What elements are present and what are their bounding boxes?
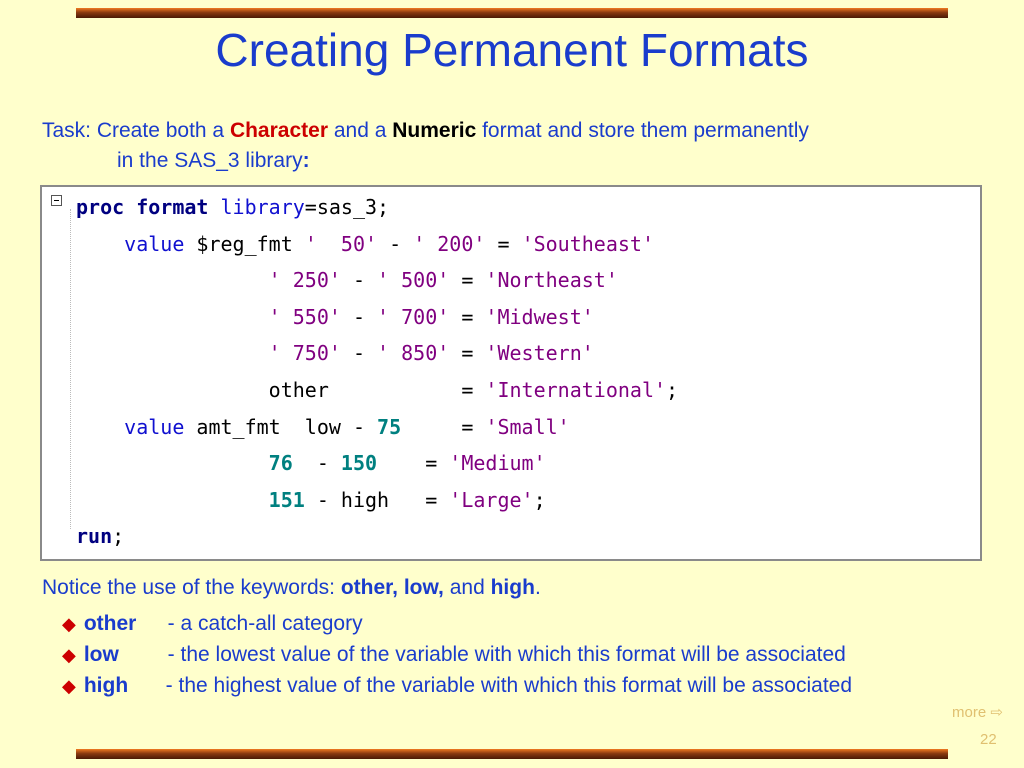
code-token: ' 700' [377,304,450,329]
code-token: library [220,195,305,219]
code-line: value $reg_fmt ' 50' - ' 200' = 'Southea… [76,226,678,263]
code-token: 'Medium' [449,451,546,476]
bullet-term: high [83,674,129,697]
code-fold-guide [70,209,72,529]
code-line: 151 - high = 'Large'; [76,482,678,519]
task-prefix: Task: Create both a [42,119,230,142]
code-token: = [449,304,486,329]
code-token: =sas_3; [304,195,390,219]
notice-and: and [443,576,491,599]
code-token: = [485,231,522,256]
code-token: ' 500' [377,268,450,293]
task-suffix: format and store them permanently [476,119,809,142]
code-token: 75 [377,414,402,439]
code-token: value [124,231,185,256]
notice-keywords: other, low, [340,576,444,599]
code-token: ' 250' [268,268,341,293]
code-token: 'Small' [485,414,570,439]
code-token: - [340,341,378,366]
code-token: 'Northeast' [485,268,618,293]
code-token: = [449,268,486,293]
code-editor-box: proc format library=sas_3; value $reg_fm… [40,185,982,561]
code-token: - [377,231,414,256]
numeric-keyword: Numeric [392,119,477,142]
slide-title: Creating Permanent Formats [215,24,809,76]
code-token: 'International' [485,377,667,402]
bullet-term: low [83,643,119,666]
code-token: = [377,451,450,476]
bullet-description: - the lowest value of the variable with … [161,643,846,666]
code-token: ' 200' [413,231,486,256]
code-token: 151 [268,487,305,512]
code-line: ' 250' - ' 500' = 'Northeast' [76,262,678,299]
code-token: 'Western' [485,341,594,366]
more-link[interactable]: more ⇨ [952,703,1003,721]
code-token: proc format [76,195,209,219]
code-line: value amt_fmt low - 75 = 'Small' [76,409,678,446]
code-line: 76 - 150 = 'Medium' [76,445,678,482]
task-line-2-colon: : [302,149,310,172]
code-token: 'Midwest' [485,304,594,329]
code-token: ; [112,524,125,549]
code-line: other = 'International'; [76,372,678,409]
code-token: 76 [268,451,293,476]
code-token: ' 550' [268,304,341,329]
code-token: ' 750' [268,341,341,366]
code-token: ' 850' [377,341,450,366]
code-token: - high = [304,487,450,512]
code-token: - [340,268,378,293]
code-line: ' 750' - ' 850' = 'Western' [76,335,678,372]
task-mid: and a [328,119,393,142]
code-token: 'Southeast' [521,231,655,256]
bullet-term: other [83,612,137,635]
code-line: proc format library=sas_3; [76,189,678,226]
code-token: = [401,414,486,439]
code-token: 150 [340,451,378,476]
code-line: ' 550' - ' 700' = 'Midwest' [76,299,678,336]
bottom-divider-bar [76,749,948,759]
task-line-2: in the SAS_3 library: [42,146,1012,176]
code-token: - [340,304,378,329]
top-divider-bar [76,8,948,18]
code-token: ; [533,487,546,512]
code-token: - [292,451,341,476]
bullet-description: - the highest value of the variable with… [159,674,853,697]
diamond-bullet-icon: ◆ [62,645,76,665]
code-token: other = [76,377,486,402]
bullet-item-low: ◆ low - the lowest value of the variable … [62,641,846,669]
notice-prefix: Notice the use of the keywords: [42,576,341,599]
bullet-item-high: ◆ high - the highest value of the variabl… [62,672,852,700]
code-token: value [124,414,185,439]
code-token: amt_fmt low - [184,414,378,439]
notice-high: high [490,576,535,599]
code-token: ; [666,377,679,402]
bullet-description: - a catch-all category [161,612,363,635]
code-token: ' 50' [304,231,378,256]
collapse-icon[interactable] [51,195,62,206]
sas-code-block: proc format library=sas_3; value $reg_fm… [76,189,678,555]
code-line: run; [76,518,678,555]
task-description: Task: Create both a Character and a Nume… [42,116,1012,176]
task-line-2-text: in the SAS_3 library [117,149,303,172]
diamond-bullet-icon: ◆ [62,676,76,696]
character-keyword: Character [229,119,328,142]
code-token: 'Large' [449,487,534,512]
code-token: $reg_fmt [184,231,305,256]
code-token: run [76,524,113,549]
notice-period: . [534,576,541,599]
notice-text: Notice the use of the keywords: other, l… [42,574,541,602]
diamond-bullet-icon: ◆ [62,614,76,634]
code-token: = [449,341,486,366]
page-number: 22 [980,731,997,748]
bullet-item-other: ◆ other - a catch-all category [62,610,363,638]
